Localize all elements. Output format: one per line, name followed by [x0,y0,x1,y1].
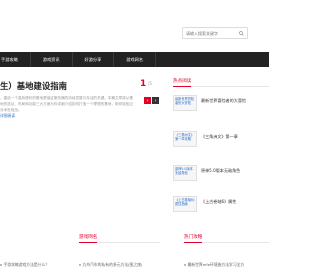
pager-current: 1 [140,79,147,89]
hot-item-thumbnail: 《三角洲文》第一章攻略 [173,131,197,147]
nav-item-nicknames[interactable]: 游戏网名 [114,52,155,67]
hot-item-thumbnail: 原神5.0版本无敌角色 [173,165,197,181]
hot-item-title: 《上古卷轴6》属性 [201,199,237,204]
pager-prev-button[interactable]: ‹ [144,97,151,104]
nicknames-label: 游戏网名 [79,233,98,243]
nav-item-share[interactable]: 好游分享 [73,52,114,67]
popular-guides-label: 热门攻略 [184,233,203,243]
site-header [0,0,269,52]
list-item-text: 方舟汽车的私有的多元方法(图之旅) [82,262,143,267]
bullet-icon [0,264,2,266]
search-box [182,27,248,39]
list-item-text: 最新世界mfe环境施方法学习全方 [187,262,245,267]
nicknames-heading: 游戏网名 [79,233,160,243]
bullet-icon [79,264,81,266]
pager-total: /5 [148,81,152,86]
search-icon [239,31,244,36]
search-button[interactable] [238,30,245,37]
nav-item-news[interactable]: 游戏资讯 [31,52,72,67]
list-item[interactable]: 最新世界mfe环境施方法学习全方 [184,262,244,268]
popular-guides-heading: 热门攻略 [184,233,269,243]
hot-item[interactable]: 《上古卷轴6》属性指南 《上古卷轴6》属性 [173,196,269,216]
nav-divider [155,52,157,67]
hot-item-title: 原神5.0版本无敌角色 [201,168,241,173]
hot-item[interactable]: 《三角洲文》第一章攻略 《三角洲文》第一章 [173,131,269,151]
bullet-icon [184,264,186,266]
hot-item-thumbnail: 《上古卷轴6》属性指南 [173,196,197,212]
hot-thumb-caption: 《上古卷轴6》属性指南 [175,198,195,206]
hot-item[interactable]: 最新世界冒险者的大冒险 最新世界冒险者的大冒险 [173,95,269,115]
hot-item[interactable]: 原神5.0版本无敌角色 原神5.0版本无敌角色 [173,165,269,185]
hot-item-title: 最新世界冒险者的大冒险 [201,98,247,103]
search-input[interactable] [186,29,236,38]
list-item-text: 手游攻略游戏方法是什么？ [3,262,50,267]
list-item[interactable]: 手游攻略游戏方法是什么？ [0,262,49,268]
hot-thumb-caption: 《三角洲文》第一章攻略 [175,133,195,141]
hot-thumb-caption: 原神5.0版本无敌角色 [175,167,193,175]
hot-item-title: 《三角洲文》第一章 [201,134,238,139]
hot-reading-label: 热点阅读 [173,77,192,87]
hot-thumb-caption: 最新世界冒险者的大冒险 [175,97,195,105]
read-more-link[interactable]: 详细阅读 [0,113,15,119]
nav-item-guides[interactable]: 手游攻略 [0,52,30,67]
hot-reading-heading: 热点阅读 [173,77,269,87]
chevron-right-icon: › [154,97,157,104]
list-item[interactable]: 方舟汽车的私有的多元方法(图之旅) [79,262,142,268]
article-summary: ，建设一个高效便利的基地是保证服务器的持续发展与存活的关键。本篇文章将从基地的选… [0,96,133,113]
article-title[interactable]: 生）基地建设指南 [0,80,67,92]
chevron-left-icon: ‹ [146,97,149,104]
hot-item-thumbnail: 最新世界冒险者的大冒险 [173,95,197,111]
main-content: 生）基地建设指南 1 /5 ‹ › ，建设一个高效便利的基地是保证服务器的持续发… [0,67,269,274]
main-nav: 手游攻略 游戏资讯 好游分享 游戏网名 [0,52,269,67]
pager-next-button[interactable]: › [152,97,159,104]
